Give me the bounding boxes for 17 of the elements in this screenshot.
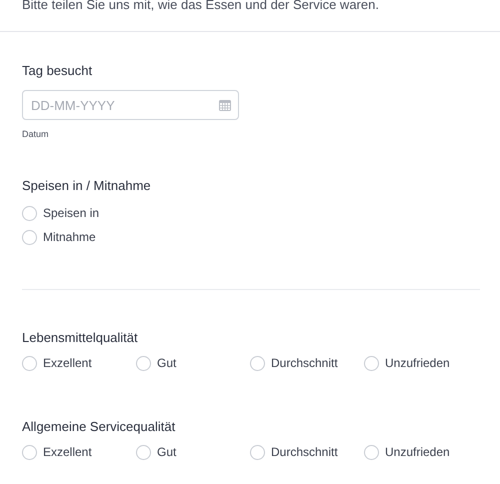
radio-option[interactable]: Exzellent: [22, 355, 136, 371]
question-label: Allgemeine Servicequalität: [22, 419, 176, 435]
radio-option[interactable]: Gut: [136, 444, 250, 460]
radio-option[interactable]: Unzufrieden: [364, 444, 478, 460]
date-field[interactable]: DD-MM-YYYY: [22, 90, 239, 120]
field-label: Tag besucht: [22, 63, 94, 79]
radio-option[interactable]: Durchschnitt: [250, 355, 364, 371]
radio-option[interactable]: Speisen in: [22, 205, 478, 221]
question-label: Speisen in / Mitnahme: [22, 178, 152, 194]
radio-option[interactable]: Gut: [136, 355, 250, 371]
calendar-icon: [219, 99, 231, 111]
radio-option[interactable]: Mitnahme: [22, 229, 478, 245]
radio-option[interactable]: Unzufrieden: [364, 355, 478, 371]
field-hint: Datum: [22, 128, 50, 140]
radio-option[interactable]: Exzellent: [22, 444, 136, 460]
radio-option[interactable]: Durchschnitt: [250, 444, 364, 460]
question-label: Lebensmittelqualität: [22, 330, 139, 346]
